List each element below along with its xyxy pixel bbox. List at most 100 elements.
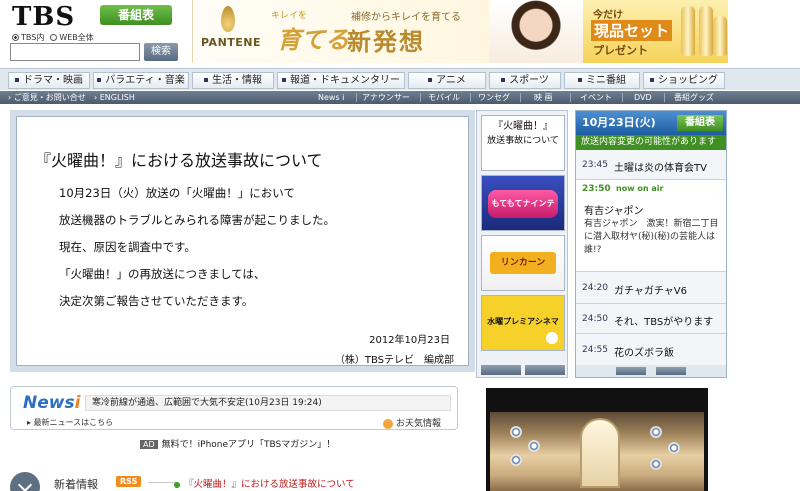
schedule-row[interactable]: 24:55 花のズボラ飯 (576, 334, 726, 366)
notice-line: 現在、原因を調査中です。 (59, 240, 196, 254)
nav-life-label: 生活・情報 (212, 75, 262, 86)
banner-title: 新発想 (347, 28, 425, 56)
radio-icon[interactable] (50, 34, 58, 41)
schedule-scroll-down-button[interactable] (656, 367, 686, 375)
nav-anime[interactable]: アニメ (408, 72, 486, 89)
nav-oneseg[interactable]: ワンセグ (478, 91, 510, 104)
banner-present: 今だけ 現品セット プレゼント (583, 0, 728, 63)
search-scope-web[interactable]: WEB全体 (50, 32, 94, 43)
program-thumbnails: 『火曜曲！』放送事故について もてもてナインティナイン リンカーン 水曜プレミア… (476, 110, 568, 378)
rss-button[interactable]: RSS (116, 476, 142, 487)
bottle-icon (699, 6, 713, 56)
search-button[interactable]: 検索 (144, 43, 178, 61)
notice-line: 決定次第ご報告させていただきます。 (59, 294, 254, 308)
news-logo-i: i (74, 393, 81, 413)
nav-mini[interactable]: ミニ番組 (564, 72, 640, 89)
search-scope-tbs-label: TBS内 (21, 33, 45, 42)
nav-sports-label: スポーツ (509, 75, 549, 86)
thumb-lincoln[interactable]: リンカーン (481, 235, 565, 291)
nav-divider (520, 93, 521, 102)
notice-org: （株）TBSテレビ 編成部 (334, 355, 454, 366)
video-image (490, 412, 704, 491)
nav-divider (470, 93, 471, 102)
chevron-down-icon[interactable] (10, 472, 40, 491)
nav-shopping[interactable]: ショッピング (643, 72, 725, 89)
nav-event[interactable]: イベント (580, 91, 612, 104)
schedule-row-now[interactable]: 23:50 now on air 有吉ジャポン 有吉ジャポン 激実！新宿二丁目に… (576, 180, 726, 272)
broadcast-accident-notice: 『火曜曲！』における放送事故について 10月23日（火）放送の「火曜曲！」におい… (10, 110, 475, 372)
search-scope-web-label: WEB全体 (59, 33, 94, 42)
search-input[interactable] (10, 43, 140, 61)
nav-life[interactable]: 生活・情報 (192, 72, 274, 89)
schedule-time: 24:20 (582, 283, 608, 293)
bullet-icon (204, 78, 208, 82)
news-i-logo[interactable]: Newsi (23, 393, 80, 413)
nav-announcer[interactable]: アナウンサー (362, 91, 410, 104)
thumb-motemote[interactable]: もてもてナインティナイン (481, 175, 565, 231)
nav-news-doc[interactable]: 報道・ドキュメンタリー (277, 72, 405, 89)
schedule-guide-button[interactable]: 番組表 (677, 115, 723, 131)
latest-news-link[interactable]: ▸ 最新ニュースはこちら (27, 417, 113, 428)
new-info-link[interactable]: 『火曜曲！』における放送事故について (174, 476, 355, 490)
schedule-date-text: 10月23日(火) (582, 116, 656, 129)
schedule-row[interactable]: 23:45 土曜は炎の体育会TV (576, 150, 726, 180)
nav-divider (570, 93, 571, 102)
bottle-icon (681, 6, 695, 56)
program-guide-button[interactable]: 番組表 (100, 5, 172, 25)
nav-shopping-label: ショッピング (658, 75, 718, 86)
nav-news-doc-label: 報道・ドキュメンタリー (290, 75, 400, 86)
nav-english[interactable]: › ENGLISH (94, 91, 135, 104)
news-logo-main: News (23, 393, 75, 413)
news-ticker-box: Newsi 寒冷前線が通過、広範囲で大気不安定(10月23日 19:24) ▸ … (10, 386, 458, 430)
notice-frame: 『火曜曲！』における放送事故について 10月23日（火）放送の「火曜曲！」におい… (16, 116, 469, 366)
thumbs-scroll-down-button[interactable] (525, 365, 565, 375)
nav-contact[interactable]: › ご意見・お問い合せ (8, 91, 86, 104)
video-thumbnail[interactable] (486, 388, 708, 491)
now-description: 有吉ジャポン 激実！新宿二丁目に潜入取材ヤ(秘)(秘)の芸能人は誰!? (584, 219, 719, 255)
thumb-premier-cinema[interactable]: 水曜プレミアシネマ (481, 295, 565, 351)
nav-movie[interactable]: 映 画 (534, 91, 553, 104)
bullet-icon (15, 78, 19, 82)
notice-line: 10月23日（火）放送の「火曜曲！」において (59, 186, 295, 200)
banner-model-image (489, 0, 583, 63)
radio-icon[interactable] (12, 34, 19, 41)
nav-sports[interactable]: スポーツ (489, 72, 561, 89)
schedule-time: 23:45 (582, 160, 608, 170)
schedule-program: 花のズボラ飯 (614, 348, 674, 359)
nav-mobile[interactable]: モバイル (428, 91, 460, 104)
nav-goods[interactable]: 番組グッズ (674, 91, 714, 104)
bullet-icon (578, 78, 582, 82)
tbs-homepage: TBS 番組表 TBS内 WEB全体 検索 PANTENE キレイを 育てる 補… (0, 0, 800, 491)
notice-line: 放送機器のトラブルとみられる障害が起こりました。 (59, 213, 335, 227)
nav-mini-label: ミニ番組 (586, 75, 626, 86)
banner-catch-big: 育てる (277, 26, 349, 54)
plate-decoration (510, 454, 522, 466)
notice-title: 『火曜曲！』における放送事故について (35, 151, 323, 170)
nav-dvd[interactable]: DVD (634, 91, 652, 104)
schedule-row[interactable]: 24:50 それ、TBSがやります (576, 304, 726, 334)
plate-decoration (510, 426, 522, 438)
schedule-row[interactable]: 24:20 ガチャガチャV6 (576, 272, 726, 304)
bullet-icon (97, 78, 102, 82)
banner-present-line3: プレゼント (593, 44, 648, 57)
tbs-logo[interactable]: TBS (12, 2, 75, 32)
secondary-nav: › ご意見・お問い合せ › ENGLISH News i アナウンサー モバイル… (0, 91, 800, 104)
weather-link[interactable]: お天気情報 (383, 416, 441, 429)
nav-drama[interactable]: ドラマ・映画 (8, 72, 90, 89)
bottle-icon (713, 16, 727, 56)
search-scope-tbs[interactable]: TBS内 (12, 32, 44, 43)
banner-present-line1: 今だけ (593, 10, 623, 21)
pantene-banner-ad[interactable]: PANTENE キレイを 育てる 補修からキレイを育てる 新発想 今だけ 現品セ… (192, 0, 728, 63)
app-ad[interactable]: AD 無料で！iPhoneアプリ「TBSマガジン」！ (140, 437, 335, 450)
thumb-notice[interactable]: 『火曜曲！』 放送事故について (481, 115, 565, 171)
latest-news-label: 最新ニュースはこちら (33, 418, 114, 427)
nav-variety[interactable]: バラエティ・音楽 (93, 72, 189, 89)
thumbs-scroll-up-button[interactable] (481, 365, 521, 375)
notice-line: 「火曜曲！」の再放送につきましては、 (59, 267, 266, 281)
primary-nav: ドラマ・映画 バラエティ・音楽 生活・情報 報道・ドキュメンタリー アニメ スポ… (0, 68, 800, 90)
weather-label: お天気情報 (396, 419, 442, 429)
schedule-scroll-up-button[interactable] (616, 367, 646, 375)
news-ticker[interactable]: 寒冷前線が通過、広範囲で大気不安定(10月23日 19:24) (85, 395, 451, 411)
nav-newsi[interactable]: News i (318, 91, 344, 104)
thumb-lincoln-logo: リンカーン (490, 252, 556, 274)
